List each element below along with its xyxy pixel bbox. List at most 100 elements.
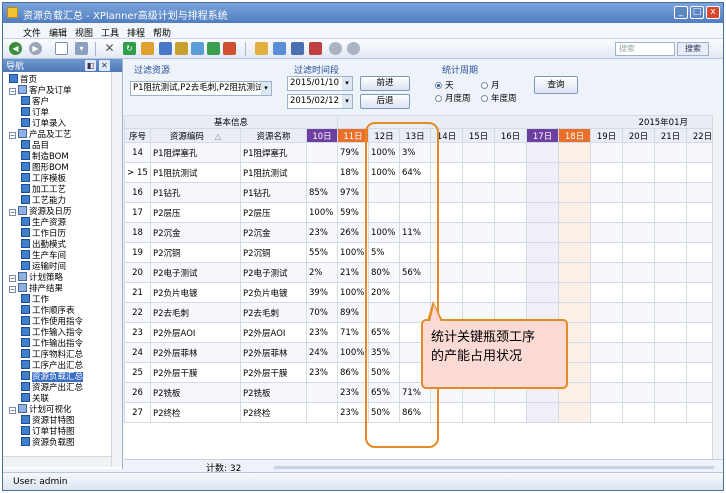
stop-icon[interactable]	[329, 42, 342, 55]
load-cell[interactable]	[526, 202, 559, 223]
search-button[interactable]: 搜索	[677, 42, 709, 56]
search-input[interactable]: 搜索	[615, 42, 675, 56]
col-header-code[interactable]: 资源编码 △	[150, 128, 241, 143]
load-cell[interactable]	[526, 402, 559, 423]
load-cell[interactable]	[590, 382, 623, 403]
load-cell[interactable]: 39%	[306, 282, 338, 303]
sidebar-item-28[interactable]: 资源产出汇总	[21, 382, 83, 393]
load-cell[interactable]	[462, 202, 495, 223]
col-header-seq[interactable]: 序号	[124, 128, 151, 143]
load-cell[interactable]	[622, 202, 655, 223]
load-cell[interactable]	[654, 302, 687, 323]
resource-code-cell[interactable]: P2外层菲林	[150, 342, 241, 363]
load-cell[interactable]	[622, 302, 655, 323]
resource-code-cell[interactable]: P2铣板	[150, 382, 241, 403]
load-cell[interactable]	[526, 242, 559, 263]
period-radio-day[interactable]: 天	[435, 79, 454, 91]
sidebar-item-17[interactable]: 运输时间	[21, 261, 66, 272]
sidebar-item-9[interactable]: 工序模板	[21, 173, 66, 184]
resource-name-cell[interactable]: P2外层菲林	[240, 342, 307, 363]
resource-name-cell[interactable]: P2沉金	[240, 222, 307, 243]
load-cell[interactable]	[622, 222, 655, 243]
dropdown-icon[interactable]: ▾	[75, 42, 88, 55]
sidebar-item-11[interactable]: 工艺能力	[21, 195, 66, 206]
load-cell[interactable]	[558, 142, 591, 163]
sidebar-item-20[interactable]: 工作	[21, 294, 49, 305]
load-cell[interactable]	[306, 382, 338, 403]
load-cell[interactable]	[622, 362, 655, 383]
load-cell[interactable]	[590, 282, 623, 303]
resource-code-cell[interactable]: P1钻孔	[150, 182, 241, 203]
maximize-button[interactable]: □	[690, 6, 704, 19]
load-cell[interactable]	[590, 242, 623, 263]
load-cell[interactable]	[622, 402, 655, 423]
grid-icon[interactable]	[255, 42, 268, 55]
row-seq-cell[interactable]: 24	[124, 342, 151, 363]
delete-icon[interactable]: ✕	[103, 42, 116, 55]
menu-edit[interactable]: 编辑	[49, 26, 67, 39]
load-cell[interactable]	[590, 302, 623, 323]
schedule-icon[interactable]	[141, 42, 154, 55]
sidebar-item-18[interactable]: − 计划策略	[9, 272, 63, 283]
load-cell[interactable]	[654, 362, 687, 383]
sort-icon[interactable]: △	[215, 132, 222, 142]
load-cell[interactable]	[526, 182, 559, 203]
resource-name-cell[interactable]: P2层压	[240, 202, 307, 223]
load-cell[interactable]: 97%	[337, 182, 369, 203]
load-cell[interactable]	[526, 222, 559, 243]
load-cell[interactable]	[306, 162, 338, 183]
sidebar-item-29[interactable]: 关联	[21, 393, 49, 404]
sidebar-item-24[interactable]: 工作输出指令	[21, 338, 83, 349]
row-seq-cell[interactable]: 17	[124, 202, 151, 223]
load-cell[interactable]	[654, 202, 687, 223]
load-cell[interactable]	[590, 362, 623, 383]
load-cell[interactable]: 23%	[306, 362, 338, 383]
load-cell[interactable]: 71%	[337, 322, 369, 343]
menu-help[interactable]: 帮助	[153, 26, 171, 39]
sidebar-item-6[interactable]: 品目	[21, 140, 49, 151]
load-cell[interactable]	[526, 262, 559, 283]
collapse-icon[interactable]: −	[9, 132, 16, 139]
load-cell[interactable]	[558, 182, 591, 203]
row-seq-cell[interactable]: 18	[124, 222, 151, 243]
sidebar-close-icon[interactable]: ✕	[99, 60, 110, 71]
previous-period-button[interactable]: 前进	[360, 76, 410, 91]
load-cell[interactable]	[590, 222, 623, 243]
resource-code-cell[interactable]: P2沉金	[150, 222, 241, 243]
pause-icon[interactable]	[347, 42, 360, 55]
load-cell[interactable]: 26%	[337, 222, 369, 243]
resource-code-cell[interactable]: P1阻焊塞孔	[150, 142, 241, 163]
load-cell[interactable]: 89%	[337, 302, 369, 323]
col-header-day[interactable]: 10日	[306, 128, 338, 143]
col-header-day[interactable]: 21日	[654, 128, 687, 143]
load-cell[interactable]	[462, 242, 495, 263]
load-cell[interactable]: 23%	[306, 322, 338, 343]
load-cell[interactable]	[558, 162, 591, 183]
load-cell[interactable]	[654, 162, 687, 183]
load-cell[interactable]: 100%	[337, 242, 369, 263]
load-cell[interactable]: 100%	[337, 282, 369, 303]
settings-icon[interactable]	[309, 42, 322, 55]
collapse-icon[interactable]: −	[9, 209, 16, 216]
col-header-day[interactable]: 16日	[494, 128, 527, 143]
row-seq-cell[interactable]: 23	[124, 322, 151, 343]
load-cell[interactable]	[590, 182, 623, 203]
load-cell[interactable]	[654, 322, 687, 343]
back-icon[interactable]: ◀	[9, 42, 22, 55]
load-cell[interactable]	[526, 162, 559, 183]
resource-filter-select[interactable]: P1阻抗测试,P2去毛刺,P2阻抗测试,P2阻抗测试...	[130, 81, 272, 96]
load-cell[interactable]	[590, 142, 623, 163]
sidebar-item-19[interactable]: − 排产结果	[9, 283, 63, 294]
resource-name-cell[interactable]: P2负片电镀	[240, 282, 307, 303]
load-cell[interactable]: 23%	[337, 402, 369, 423]
load-cell[interactable]: 23%	[337, 382, 369, 403]
grid-horizontal-scrollbar[interactable]	[274, 466, 714, 469]
row-seq-cell[interactable]: > 15	[124, 162, 151, 183]
load-cell[interactable]	[654, 402, 687, 423]
sidebar-item-23[interactable]: 工作输入指令	[21, 327, 83, 338]
menu-view[interactable]: 视图	[75, 26, 93, 39]
sidebar-item-32[interactable]: 订单甘特图	[21, 426, 75, 437]
sidebar-scrollbar[interactable]	[111, 72, 122, 467]
row-seq-cell[interactable]: 16	[124, 182, 151, 203]
load-cell[interactable]	[622, 182, 655, 203]
